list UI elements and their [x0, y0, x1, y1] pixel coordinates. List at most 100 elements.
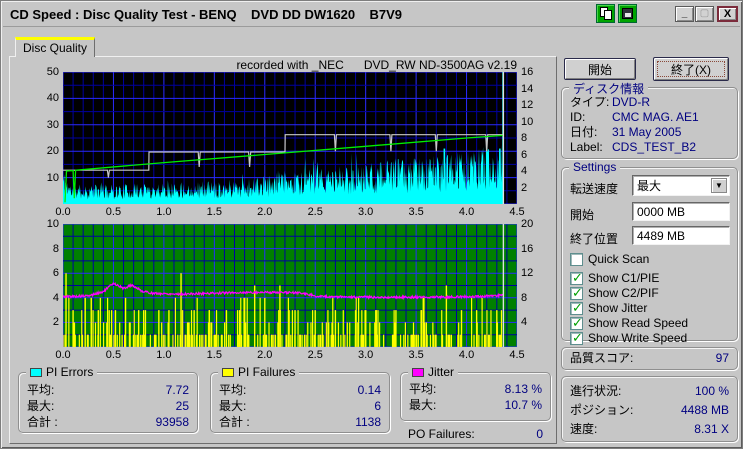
recorded-with-note: recorded with _NEC DVD_RW ND-3500AG v2.1…: [236, 58, 517, 72]
y-right-tick-label: 16: [521, 66, 534, 78]
checkbox-show-jitter[interactable]: Show Jitter: [570, 300, 647, 316]
x-tick-label: 2.0: [257, 206, 273, 218]
x-tick-label: 3.0: [358, 206, 374, 218]
checkbox-show-c2-pif[interactable]: Show C2/PIF: [570, 285, 659, 301]
transfer-speed-select[interactable]: 最大 ▼: [632, 175, 730, 196]
stat-row: 平均: 7.72: [27, 383, 189, 397]
stop-button[interactable]: 終了(X): [653, 57, 729, 81]
disc-info-row: 日付: 31 May 2005: [570, 125, 682, 139]
stat-row: 平均: 8.13 %: [409, 382, 542, 396]
checkbox-box[interactable]: [570, 285, 583, 301]
disc-info-row: ID: CMC MAG. AE1: [570, 110, 699, 124]
y-right-tick-label: 20: [521, 218, 534, 230]
x-tick-label: 1.5: [206, 206, 222, 218]
close-button[interactable]: X: [717, 6, 738, 22]
y-right-tick-label: 12: [521, 99, 534, 111]
chevron-down-icon[interactable]: ▼: [711, 178, 727, 193]
y-right-tick-label: 8: [521, 291, 528, 304]
minimize-button[interactable]: _: [675, 6, 694, 22]
checkbox-box[interactable]: [570, 330, 583, 346]
y-right-tick-label: 12: [521, 267, 534, 280]
progress-row: 速度: 8.31 X: [570, 422, 729, 436]
quality-score-box: 品質スコア: 97: [561, 347, 738, 370]
y-left-tick-label: 6: [52, 267, 59, 280]
x-tick-label: 1.5: [206, 349, 222, 361]
stat-row: 平均: 0.14: [219, 383, 381, 397]
save-icon[interactable]: [618, 4, 637, 23]
x-tick-label: 1.0: [156, 206, 172, 218]
disc-info-row: タイプ: DVD-R: [570, 95, 650, 109]
x-tick-label: 4.5: [509, 349, 525, 361]
jitter-legend: Jitter: [408, 365, 459, 379]
window-title: CD Speed : Disc Quality Test - BENQ DVD …: [10, 7, 403, 22]
y-left-tick-label: 8: [52, 242, 59, 255]
stat-row: 最大: 25: [27, 399, 189, 413]
progress-row: ポジション: 4488 MB: [570, 403, 729, 417]
transfer-speed-label: 転送速度: [570, 182, 619, 196]
y-left-tick-label: 10: [46, 218, 59, 230]
x-tick-label: 3.5: [408, 349, 424, 361]
y-left-tick-label: 10: [46, 171, 59, 184]
tab-disc-quality[interactable]: Disc Quality: [15, 37, 95, 57]
progress-box: 進行状況: 100 % ポジション: 4488 MB 速度: 8.31 X: [561, 376, 738, 442]
disc-info-group: ディスク情報 タイプ: DVD-R ID: CMC MAG. AE1 日付: 31 M…: [561, 80, 738, 159]
end-position-input[interactable]: 4489 MB: [632, 226, 730, 245]
x-tick-label: 2.5: [307, 206, 323, 218]
checkbox-show-c1-pie[interactable]: Show C1/PIE: [570, 270, 659, 286]
pi-failures-swatch: [222, 368, 234, 377]
checkbox-box[interactable]: [570, 315, 583, 331]
start-position-input[interactable]: 0000 MB: [632, 202, 730, 221]
pi-failures-stats-box: PI Failures 平均: 0.14 最大: 6 合計 :1138: [210, 365, 390, 433]
po-failures-row: PO Failures: 0: [408, 427, 543, 441]
checkbox-box[interactable]: [570, 300, 583, 316]
y-left-tick-label: 40: [46, 92, 59, 105]
y-left-tick-label: 20: [46, 145, 59, 158]
y-right-tick-label: 8: [521, 132, 528, 144]
x-tick-label: 1.0: [156, 349, 172, 361]
x-tick-label: 4.5: [509, 206, 525, 218]
y-left-tick-label: 2: [52, 316, 59, 329]
y-right-tick-label: 10: [521, 115, 534, 128]
start-button[interactable]: 開始: [564, 58, 636, 80]
x-tick-label: 0.5: [105, 206, 122, 218]
quality-score-row: 品質スコア: 97: [570, 351, 729, 365]
y-right-tick-label: 14: [521, 82, 534, 95]
start-position-label: 開始: [570, 208, 595, 222]
y-left-tick-label: 4: [52, 291, 59, 304]
stat-row: 最大: 10.7 %: [409, 398, 542, 412]
disc-info-title: ディスク情報: [569, 80, 649, 97]
jitter-swatch: [412, 368, 424, 377]
checkbox-show-write-speed[interactable]: Show Write Speed: [570, 330, 687, 346]
copy-to-clipboard-icon[interactable]: [596, 4, 615, 23]
y-left-tick-label: 50: [46, 66, 59, 78]
pi-errors-stats-box: PI Errors 平均: 7.72 最大: 25 合計 :93958: [18, 365, 198, 433]
y-left-tick-label: 30: [46, 118, 59, 131]
y-right-tick-label: 4: [521, 165, 528, 177]
disc-info-row: Label: CDS_TEST_B2: [570, 140, 697, 154]
y-right-tick-label: 2: [521, 181, 528, 194]
x-tick-label: 4.0: [458, 349, 475, 361]
settings-title: Settings: [569, 160, 621, 174]
x-tick-label: 0.5: [105, 349, 122, 361]
checkbox-show-read-speed[interactable]: Show Read Speed: [570, 315, 688, 331]
y-right-tick-label: 6: [521, 148, 528, 161]
progress-row: 進行状況: 100 %: [570, 384, 729, 398]
checkbox-quick-scan[interactable]: Quick Scan: [570, 252, 649, 266]
pi-errors-legend: PI Errors: [26, 365, 98, 379]
app-window: CD Speed : Disc Quality Test - BENQ DVD …: [0, 0, 743, 449]
pi-errors-swatch: [30, 368, 42, 377]
checkbox-box[interactable]: [570, 270, 583, 286]
jitter-stats-box: Jitter 平均: 8.13 % 最大: 10.7 %: [400, 365, 551, 421]
x-tick-label: 4.0: [458, 206, 475, 218]
x-tick-label: 2.5: [307, 349, 323, 361]
x-tick-label: 2.0: [257, 349, 273, 361]
stat-row: 最大: 6: [219, 399, 381, 413]
stat-row: 合計 :1138: [219, 415, 381, 429]
pi-errors-plot: [62, 71, 518, 205]
maximize-button[interactable]: ▢: [695, 6, 714, 22]
x-tick-label: 0.0: [55, 349, 71, 361]
checkbox-box[interactable]: [570, 252, 583, 266]
y-right-tick-label: 16: [521, 242, 534, 255]
pi-failures-plot: [62, 223, 518, 348]
pi-failures-legend: PI Failures: [218, 365, 300, 379]
